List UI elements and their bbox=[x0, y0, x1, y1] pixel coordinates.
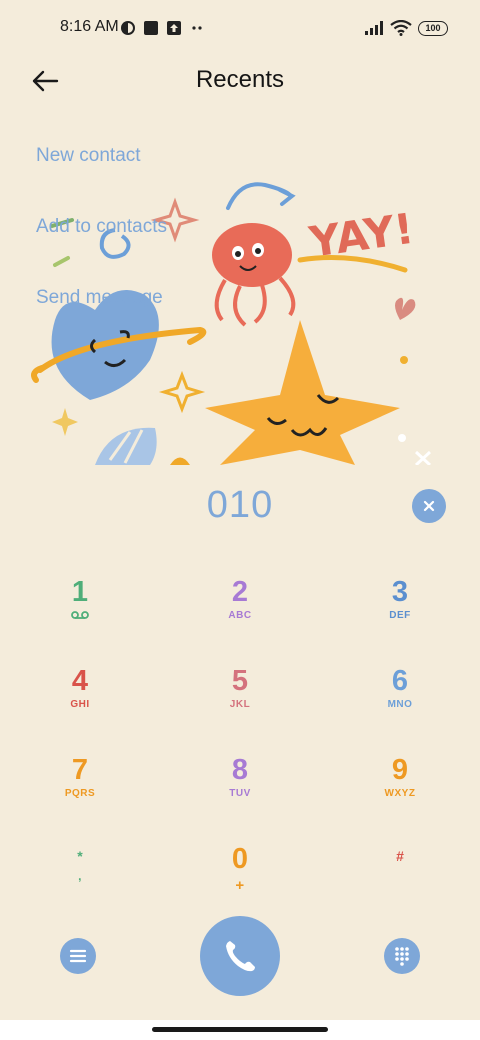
more-notifications-icon bbox=[192, 26, 202, 30]
key-digit: # bbox=[396, 848, 404, 864]
status-bar: 8:16 AM 100 bbox=[0, 0, 480, 56]
voicemail-icon bbox=[71, 611, 89, 619]
battery-indicator: 100 bbox=[418, 21, 448, 36]
key-letters: ABC bbox=[228, 610, 252, 621]
key-letters: + bbox=[235, 877, 245, 894]
dialpad-icon bbox=[395, 947, 409, 966]
header: Recents bbox=[0, 56, 480, 108]
wifi-icon bbox=[390, 20, 412, 36]
key-8[interactable]: 8 TUV bbox=[180, 754, 300, 834]
key-letters: TUV bbox=[229, 788, 251, 799]
send-message-option[interactable]: Send message bbox=[36, 287, 167, 358]
key-5[interactable]: 5 JKL bbox=[180, 665, 300, 745]
key-star[interactable]: * , bbox=[20, 845, 140, 925]
clear-number-button[interactable] bbox=[412, 489, 446, 523]
signal-icon bbox=[365, 21, 383, 35]
key-letters: GHI bbox=[70, 699, 90, 710]
key-digit: 6 bbox=[391, 665, 409, 697]
key-letters: , bbox=[78, 869, 82, 883]
dialed-number: 010 bbox=[206, 484, 274, 526]
key-letters: PQRS bbox=[64, 788, 96, 799]
close-icon bbox=[423, 500, 435, 512]
upload-notification-icon bbox=[167, 21, 181, 35]
add-to-contacts-option[interactable]: Add to contacts bbox=[36, 216, 167, 287]
key-digit: 7 bbox=[71, 754, 89, 786]
key-4[interactable]: 4 GHI bbox=[20, 665, 140, 745]
navigation-bar bbox=[0, 1020, 480, 1040]
key-digit: 3 bbox=[391, 576, 409, 608]
key-7[interactable]: 7 PQRS bbox=[20, 754, 140, 834]
key-6[interactable]: 6 MNO bbox=[340, 665, 460, 745]
status-time: 8:16 AM bbox=[60, 18, 119, 35]
key-1[interactable]: 1 bbox=[20, 576, 140, 656]
key-hash[interactable]: # bbox=[340, 845, 460, 925]
key-digit: * bbox=[77, 848, 83, 864]
key-letters: JKL bbox=[229, 699, 251, 710]
keypad-toggle-button[interactable] bbox=[384, 938, 420, 974]
call-button[interactable] bbox=[200, 916, 280, 996]
new-contact-option[interactable]: New contact bbox=[36, 145, 167, 216]
key-letters: DEF bbox=[389, 610, 411, 621]
menu-button[interactable] bbox=[60, 938, 96, 974]
square-notification-icon bbox=[144, 21, 158, 35]
key-digit: 4 bbox=[71, 665, 89, 697]
recents-menu: New contact Add to contacts Send message bbox=[36, 145, 167, 358]
key-digit: 5 bbox=[231, 665, 249, 697]
key-digit: 0 bbox=[231, 843, 249, 875]
key-0[interactable]: 0 + bbox=[180, 843, 300, 923]
key-3[interactable]: 3 DEF bbox=[340, 576, 460, 656]
phone-icon bbox=[226, 941, 255, 972]
key-digit: 2 bbox=[231, 576, 249, 608]
key-digit: 8 bbox=[231, 754, 249, 786]
key-digit: 1 bbox=[71, 576, 89, 608]
home-indicator[interactable] bbox=[152, 1027, 328, 1032]
key-digit: 9 bbox=[391, 754, 409, 786]
key-2[interactable]: 2 ABC bbox=[180, 576, 300, 656]
data-saver-icon bbox=[121, 21, 135, 35]
key-9[interactable]: 9 WXYZ bbox=[340, 754, 460, 834]
hamburger-icon bbox=[69, 949, 87, 963]
page-title: Recents bbox=[195, 66, 285, 93]
key-letters: MNO bbox=[387, 699, 413, 710]
key-letters: WXYZ bbox=[384, 788, 416, 799]
